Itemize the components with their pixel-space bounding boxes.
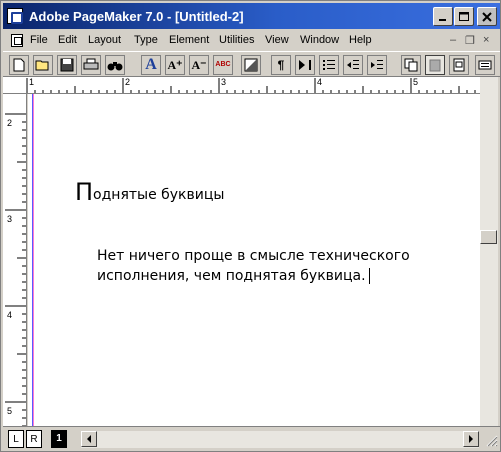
copy-button[interactable] (401, 55, 421, 75)
menu-help[interactable]: Help (349, 34, 372, 46)
body-text-block[interactable]: Нет ничего проще в смысле технического и… (97, 246, 427, 286)
document-button[interactable] (449, 55, 469, 75)
vruler-label-2: 2 (7, 118, 13, 128)
spelling-icon[interactable]: ABC (213, 55, 233, 75)
window-title: Adobe PageMaker 7.0 - [Untitled-2] (29, 9, 244, 24)
increase-indent-icon (371, 60, 383, 69)
scroll-right-button[interactable] (463, 431, 479, 447)
maximize-icon (459, 12, 469, 21)
horizontal-scrollbar[interactable] (81, 431, 479, 448)
title-bar[interactable]: Adobe PageMaker 7.0 - [Untitled-2] (3, 3, 500, 29)
menu-edit[interactable]: Edit (58, 34, 77, 46)
indents-tabs-button[interactable] (295, 55, 315, 75)
document-icon (453, 58, 465, 72)
menu-type[interactable]: Type (134, 34, 158, 46)
horizontal-ruler[interactable]: 1 2 3 4 5 (3, 77, 480, 94)
paste-button[interactable] (425, 55, 445, 75)
vertical-ruler-ticks (5, 113, 26, 426)
bullets-icon (323, 60, 335, 70)
page-navigation-bar: L R 1 (3, 426, 500, 450)
arrow-left-icon (87, 435, 91, 443)
minimize-button[interactable] (433, 7, 453, 26)
text-cursor (368, 268, 370, 284)
resize-grip-icon[interactable] (484, 433, 498, 447)
drop-cap-letter: П (75, 178, 94, 206)
document-menu-icon[interactable] (11, 34, 23, 47)
vruler-label-4: 4 (7, 310, 13, 320)
hruler-label-3: 3 (221, 77, 227, 87)
page-1-icon[interactable]: 1 (51, 430, 67, 448)
more-tools-icon (478, 60, 492, 70)
paragraph-icon[interactable]: ¶ (271, 55, 291, 75)
maximize-button[interactable] (454, 7, 474, 26)
menu-window[interactable]: Window (300, 34, 339, 46)
vertical-ruler[interactable]: 2 3 4 5 (3, 94, 27, 426)
minimize-icon (439, 19, 446, 21)
toolbar: A A⁺ A⁻ ABC ¶ (3, 51, 500, 77)
new-icon (13, 58, 25, 72)
find-button[interactable] (105, 55, 125, 75)
horizontal-ruler-ticks (26, 78, 476, 93)
fill-stroke-button[interactable] (241, 55, 261, 75)
vruler-label-5: 5 (7, 406, 13, 416)
arrow-right-icon (469, 435, 473, 443)
vruler-label-3: 3 (7, 214, 13, 224)
type-specs-icon[interactable]: A (141, 55, 161, 75)
doc-minimize-button[interactable]: – (450, 34, 456, 46)
hruler-label-4: 4 (317, 77, 323, 87)
pagemaker-window: Adobe PageMaker 7.0 - [Untitled-2] File … (0, 0, 501, 452)
hruler-label-5: 5 (413, 77, 419, 87)
more-tools-button[interactable] (475, 55, 495, 75)
heading-text: однятые буквицы (93, 187, 225, 203)
find-icon (107, 62, 123, 71)
fill-stroke-icon (244, 58, 258, 72)
save-button[interactable] (57, 55, 77, 75)
margin-guide (32, 94, 34, 426)
menu-utilities[interactable]: Utilities (219, 34, 254, 46)
save-icon (60, 58, 74, 72)
left-master-page[interactable]: L (8, 430, 24, 448)
decrease-indent-icon (347, 60, 359, 69)
menu-bar: File Edit Layout Type Element Utilities … (3, 31, 500, 50)
body-text: Нет ничего проще в смысле технического и… (97, 248, 410, 284)
heading-paragraph[interactable]: Поднятые буквицы (75, 178, 225, 206)
vertical-scroll-thumb[interactable] (480, 230, 497, 244)
font-size-up-icon[interactable]: A⁺ (165, 55, 185, 75)
bullets-button[interactable] (319, 55, 339, 75)
close-icon (482, 12, 492, 22)
pagemaker-app-icon[interactable] (7, 8, 23, 24)
new-button[interactable] (9, 55, 29, 75)
scroll-left-button[interactable] (81, 431, 97, 447)
right-master-page[interactable]: R (26, 430, 42, 448)
hruler-label-2: 2 (125, 77, 131, 87)
font-size-down-icon[interactable]: A⁻ (189, 55, 209, 75)
increase-indent-button[interactable] (367, 55, 387, 75)
document-page[interactable]: Поднятые буквицы Нет ничего проще в смыс… (28, 94, 480, 426)
vertical-scrollbar[interactable] (480, 77, 498, 426)
close-button[interactable] (477, 7, 497, 26)
decrease-indent-button[interactable] (343, 55, 363, 75)
hruler-label-1: 1 (29, 77, 35, 87)
indents-tabs-icon (299, 60, 311, 70)
paste-icon (429, 59, 441, 72)
menu-view[interactable]: View (265, 34, 289, 46)
menu-layout[interactable]: Layout (88, 34, 121, 46)
menu-file[interactable]: File (30, 34, 48, 46)
doc-restore-button[interactable]: ❐ (465, 34, 475, 47)
copy-icon (404, 58, 418, 72)
menu-element[interactable]: Element (169, 34, 209, 46)
open-icon (35, 60, 49, 71)
open-button[interactable] (33, 55, 53, 75)
print-button[interactable] (81, 55, 101, 75)
print-icon (83, 58, 99, 70)
doc-close-button[interactable]: × (483, 34, 489, 46)
